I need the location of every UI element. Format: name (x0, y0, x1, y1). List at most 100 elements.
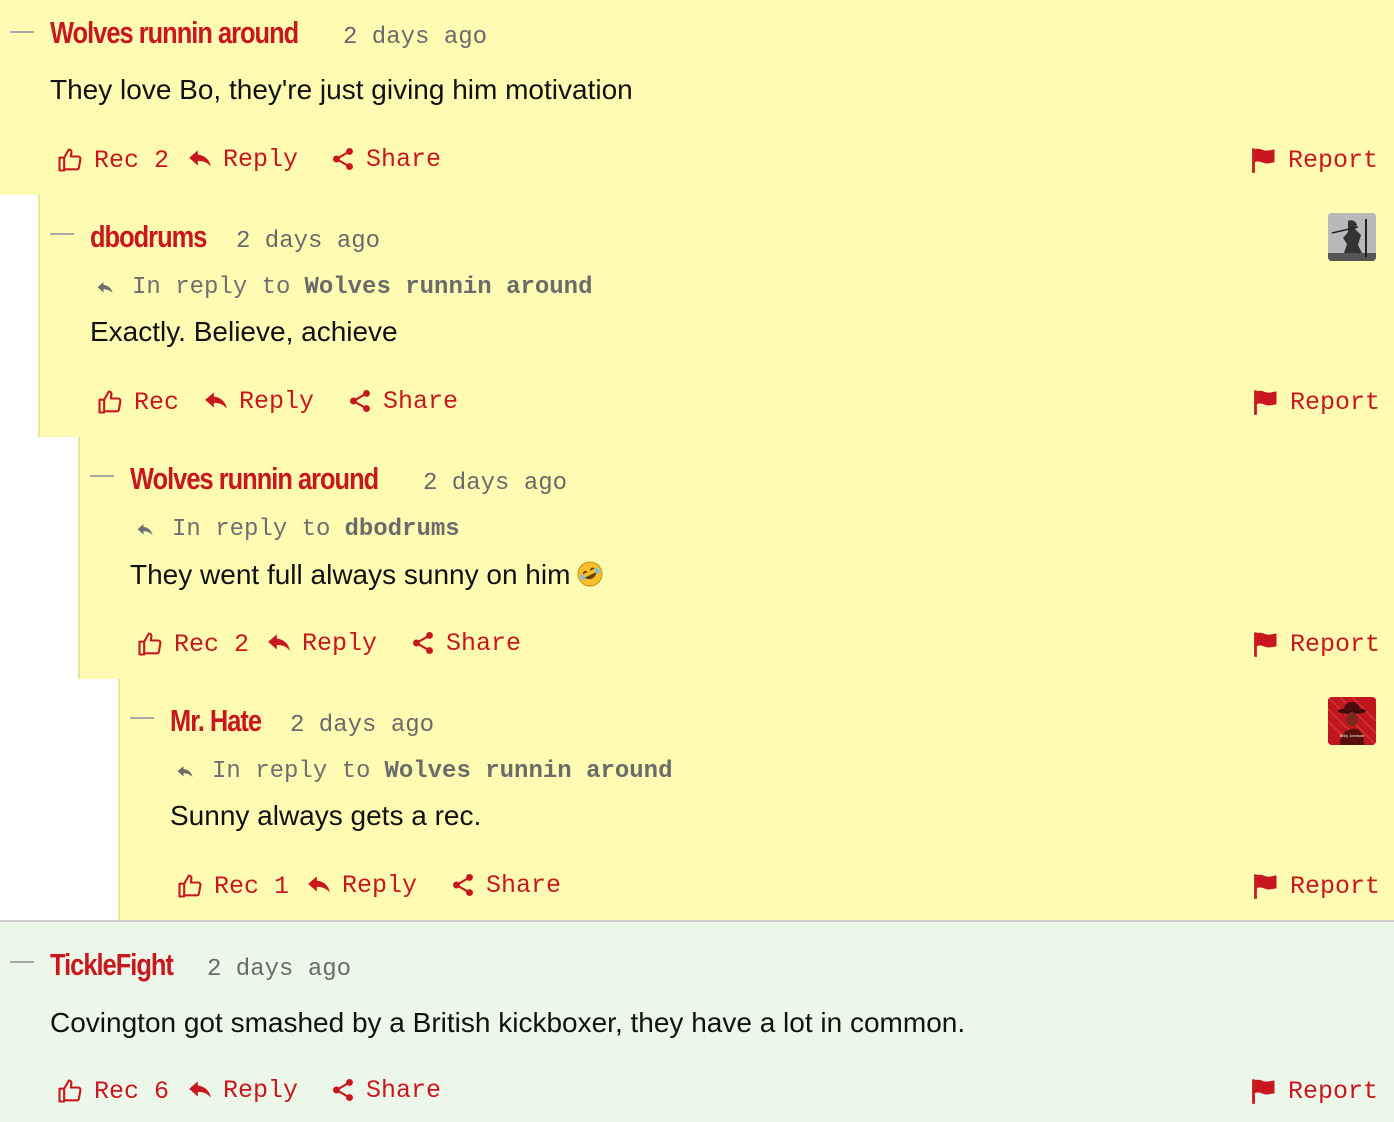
comment-text: They went full always sunny on him (130, 559, 571, 590)
report-button[interactable]: Report (1250, 1077, 1378, 1105)
comment-timestamp: 2 days ago (423, 470, 568, 497)
rec-button[interactable]: Rec 2 (136, 630, 249, 658)
collapse-toggle[interactable] (90, 475, 114, 477)
rec-label: Rec 2 (94, 145, 170, 175)
in-reply-to: In reply to Wolves runnin around (174, 760, 672, 784)
share-button[interactable]: Share (450, 872, 561, 898)
reply-arrow-icon (174, 763, 196, 781)
comment-author[interactable]: Mr. Hate (170, 705, 262, 736)
reply-arrow-icon (94, 279, 116, 297)
share-label: Share (366, 144, 442, 174)
share-label: Share (486, 870, 562, 900)
collapse-toggle[interactable] (50, 233, 74, 235)
report-button[interactable]: Report (1252, 872, 1380, 900)
flag-icon (1252, 388, 1280, 416)
report-button[interactable]: Report (1250, 146, 1378, 174)
avatar-image (1328, 213, 1376, 261)
share-label: Share (383, 386, 459, 416)
thumbs-up-icon (136, 630, 164, 658)
reply-icon (187, 1077, 213, 1103)
armor-knight-avatar[interactable] (1328, 213, 1376, 261)
reply-button[interactable]: Reply (203, 388, 314, 414)
thumbs-up-icon (56, 146, 84, 174)
share-icon (450, 872, 476, 898)
reply-button[interactable]: Reply (306, 872, 417, 898)
reply-target-link[interactable]: dbodrums (344, 518, 459, 542)
reply-arrow-icon (134, 521, 156, 539)
rec-button[interactable]: Rec 1 (176, 872, 289, 900)
share-icon (347, 388, 373, 414)
share-button[interactable]: Share (347, 388, 458, 414)
comment-timestamp: 2 days ago (343, 24, 488, 51)
reply-button[interactable]: Reply (266, 630, 377, 656)
rec-button[interactable]: Rec 6 (56, 1077, 169, 1105)
reply-label: Reply (223, 144, 299, 174)
report-button[interactable]: Report (1252, 630, 1380, 658)
flag-icon (1252, 872, 1280, 900)
rec-label: Rec 6 (94, 1076, 170, 1106)
comment-actions: Rec Reply Share Report (40, 388, 1394, 420)
rec-button[interactable]: Rec (96, 388, 179, 416)
comment-timestamp: 2 days ago (290, 712, 435, 739)
comment: Wolves runnin around 2 days ago They lov… (0, 0, 1394, 195)
comment-body: Exactly. Believe, achieve (90, 316, 398, 347)
report-label: Report (1290, 387, 1381, 417)
share-button[interactable]: Share (330, 146, 441, 172)
comment-actions: Rec 1 Reply Share Report (120, 872, 1394, 904)
reply-button[interactable]: Reply (187, 146, 298, 172)
report-label: Report (1288, 145, 1379, 175)
reply-icon (203, 388, 229, 414)
comment-author[interactable]: dbodrums (90, 221, 207, 252)
thumbs-up-icon (176, 872, 204, 900)
share-label: Share (446, 628, 522, 658)
reply-icon (187, 146, 213, 172)
comment-author[interactable]: TickleFight (50, 949, 174, 980)
report-button[interactable]: Report (1252, 388, 1380, 416)
comment-body: Covington got smashed by a British kickb… (50, 1007, 966, 1038)
comment-actions: Rec 2 Reply Share Report (80, 630, 1394, 662)
collapse-toggle[interactable] (130, 717, 154, 719)
in-reply-to-label: In reply to (172, 516, 331, 543)
comment: Wolves runnin around 2 days ago In reply… (78, 437, 1394, 679)
avatar-image: Bilky Johnson (1328, 697, 1376, 745)
rec-label: Rec (134, 387, 180, 417)
flag-icon (1252, 630, 1280, 658)
reply-label: Reply (223, 1075, 299, 1105)
comment-author[interactable]: Wolves runnin around (130, 463, 379, 494)
rec-label: Rec 1 (214, 871, 290, 901)
thumbs-up-icon (96, 388, 124, 416)
reply-target-link[interactable]: Wolves runnin around (304, 276, 592, 300)
report-label: Report (1290, 629, 1381, 659)
collapse-toggle[interactable] (10, 31, 34, 33)
in-reply-to-label: In reply to (212, 758, 371, 785)
reply-icon (306, 872, 332, 898)
report-label: Report (1288, 1076, 1379, 1106)
comment-body: They love Bo, they're just giving him mo… (50, 74, 633, 105)
avatar-caption: Bilky Johnson (1340, 733, 1365, 738)
in-reply-to: In reply to dbodrums (134, 518, 460, 542)
comment-author[interactable]: Wolves runnin around (50, 17, 299, 48)
rec-label: Rec 2 (174, 629, 250, 659)
reply-button[interactable]: Reply (187, 1077, 298, 1103)
comment: Mr. Hate 2 days ago Bilky Johnson In rep… (118, 679, 1394, 920)
share-icon (410, 630, 436, 656)
thumbs-up-icon (56, 1077, 84, 1105)
reply-icon (266, 630, 292, 656)
reply-label: Reply (342, 870, 418, 900)
comment-timestamp: 2 days ago (207, 956, 352, 983)
share-icon (330, 146, 356, 172)
reply-target-link[interactable]: Wolves runnin around (384, 760, 672, 784)
collapse-toggle[interactable] (10, 961, 34, 963)
comment-actions: Rec 2 Reply Share Report (0, 146, 1394, 178)
rec-button[interactable]: Rec 2 (56, 146, 169, 174)
share-button[interactable]: Share (410, 630, 521, 656)
comment-timestamp: 2 days ago (236, 228, 381, 255)
reply-label: Reply (302, 628, 378, 658)
comment-body: Sunny always gets a rec. (170, 800, 482, 831)
flag-icon (1250, 146, 1278, 174)
comment-actions: Rec 6 Reply Share Report (0, 1077, 1394, 1109)
share-button[interactable]: Share (330, 1077, 441, 1103)
red-hat-avatar[interactable]: Bilky Johnson (1328, 697, 1376, 745)
flag-icon (1250, 1077, 1278, 1105)
comment-body: They went full always sunny on him (130, 560, 604, 589)
